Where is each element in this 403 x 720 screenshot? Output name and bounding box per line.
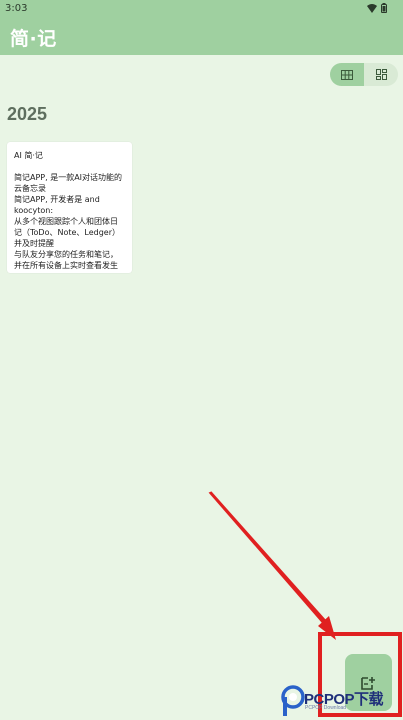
- pcpop-logo-icon: [281, 685, 305, 716]
- watermark-subtitle: PCPOP Download: [305, 705, 347, 711]
- annotation-arrow: [208, 491, 336, 640]
- watermark: PCPOP下载 PCPOP Download: [278, 682, 403, 720]
